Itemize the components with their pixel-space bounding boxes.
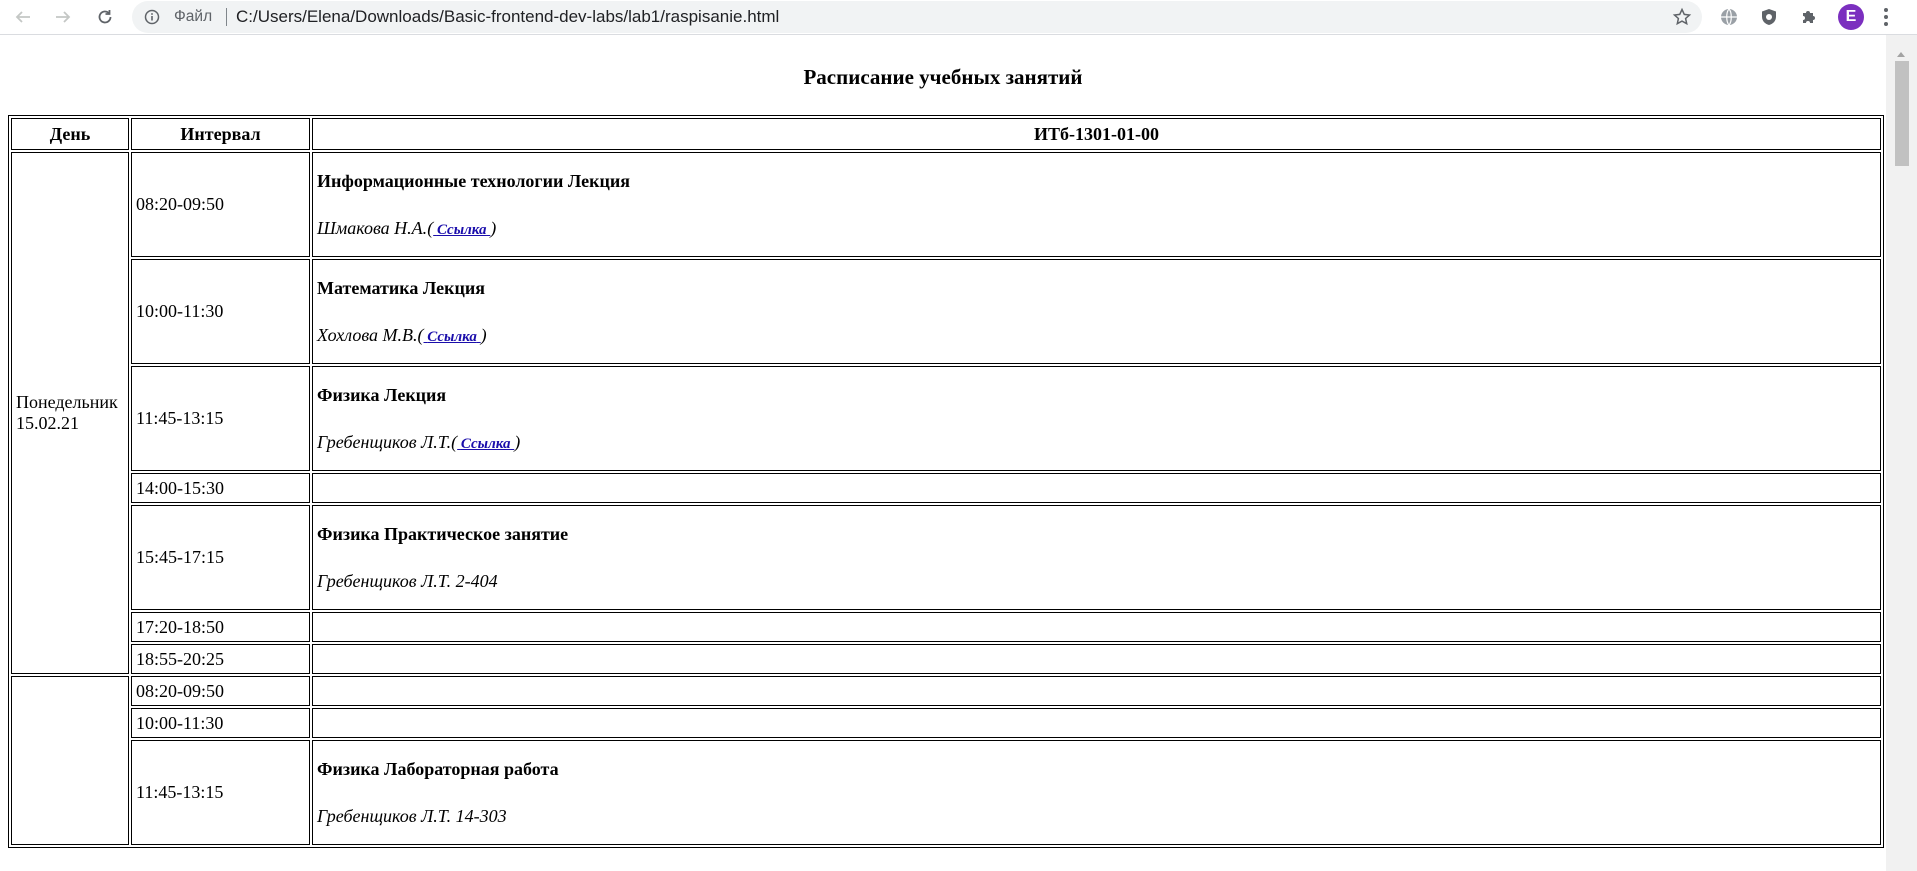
subject-title: Физика Лабораторная работа [317, 758, 559, 779]
page-viewport: Расписание учебных занятий День Интервал… [0, 35, 1886, 871]
lesson-cell-empty [312, 644, 1881, 674]
teacher-name: Хохлова М.В.( Ссылка ) [317, 324, 487, 345]
reload-button[interactable] [90, 2, 120, 32]
header-row: День Интервал ИТб-1301-01-00 [11, 118, 1881, 150]
page-title: Расписание учебных занятий [803, 65, 1083, 89]
interval-cell: 08:20-09:50 [131, 676, 310, 706]
lesson-cell: Физика Лекция Гребенщиков Л.Т.( Ссылка ) [312, 366, 1881, 471]
forward-button[interactable] [48, 2, 78, 32]
bookmark-star-icon[interactable] [1672, 7, 1692, 32]
profile-avatar[interactable]: E [1838, 4, 1864, 30]
info-icon[interactable] [144, 9, 160, 30]
interval-cell: 15:45-17:15 [131, 505, 310, 610]
scheme-label: Файл [174, 8, 213, 25]
lesson-cell: Математика Лекция Хохлова М.В.( Ссылка ) [312, 259, 1881, 364]
lesson-link[interactable]: Ссылка [457, 436, 514, 452]
address-bar[interactable]: Файл C:/Users/Elena/Downloads/Basic-fron… [132, 1, 1702, 33]
interval-cell: 10:00-11:30 [131, 259, 310, 364]
interval-cell: 08:20-09:50 [131, 152, 310, 257]
scroll-thumb[interactable] [1895, 61, 1909, 166]
table-row: 18:55-20:25 [11, 644, 1881, 674]
subject-title: Физика Практическое занятие [317, 523, 569, 544]
table-row: Понедельник 15.02.21 08:20-09:50 Информа… [11, 152, 1881, 674]
day-cell: Понедельник 15.02.21 [11, 152, 129, 674]
lesson-cell: Физика Лабораторная работа Гребенщиков Л… [312, 740, 1881, 845]
header-interval: Интервал [131, 118, 310, 150]
arrow-left-icon [15, 11, 30, 23]
shield-extension-icon[interactable] [1756, 4, 1782, 30]
schedule-table: День Интервал ИТб-1301-01-00 Понедельник… [8, 115, 1884, 848]
lesson-cell: Физика Практическое занятие Гребенщиков … [312, 505, 1881, 610]
subject-title: Физика Лекция [317, 384, 447, 405]
lesson-link[interactable]: Ссылка [433, 222, 490, 238]
reload-icon [98, 10, 112, 24]
table-row: 15:45-17:15 Физика Практическое занятие … [11, 505, 1881, 610]
vertical-scrollbar[interactable] [1886, 35, 1917, 871]
url-text[interactable]: C:/Users/Elena/Downloads/Basic-frontend-… [236, 7, 779, 27]
interval-cell: 18:55-20:25 [131, 644, 310, 674]
subject-title: Информационные технологии Лекция [317, 170, 630, 191]
day-cell [11, 676, 129, 845]
table-row: 10:00-11:30 Математика Лекция Хохлова М.… [11, 259, 1881, 364]
lesson-link[interactable]: Ссылка [424, 329, 481, 345]
header-group: ИТб-1301-01-00 [312, 118, 1881, 150]
interval-cell: 10:00-11:30 [131, 708, 310, 738]
subject-title: Математика Лекция [317, 277, 485, 298]
table-row: 11:45-13:15 Физика Лабораторная работа Г… [11, 740, 1881, 845]
teacher-name: Гребенщиков Л.Т. 14-303 [317, 805, 507, 826]
lesson-cell-empty [312, 708, 1881, 738]
table-row: 08:20-09:50 [11, 676, 1881, 845]
header-day: День [11, 118, 129, 150]
table-row: 10:00-11:30 [11, 708, 1881, 738]
table-row: 17:20-18:50 [11, 612, 1881, 642]
teacher-name: Гребенщиков Л.Т. 2-404 [317, 570, 498, 591]
divider [226, 8, 227, 26]
day-date: 15.02.21 [16, 413, 79, 433]
lesson-cell-empty [312, 676, 1881, 706]
interval-cell: 14:00-15:30 [131, 473, 310, 503]
more-menu-icon[interactable] [1882, 6, 1890, 33]
interval-cell: 11:45-13:15 [131, 366, 310, 471]
teacher-name: Шмакова Н.А.( Ссылка ) [317, 217, 497, 238]
table-row: 11:45-13:15 Физика Лекция Гребенщиков Л.… [11, 366, 1881, 471]
lesson-cell: Информационные технологии Лекция Шмакова… [312, 152, 1881, 257]
globe-extension-icon[interactable] [1716, 4, 1742, 30]
interval-cell: 11:45-13:15 [131, 740, 310, 845]
puzzle-extensions-icon[interactable] [1796, 4, 1822, 30]
day-name: Понедельник [16, 392, 118, 412]
lesson-cell-empty [312, 473, 1881, 503]
interval-cell: 17:20-18:50 [131, 612, 310, 642]
back-button[interactable] [8, 2, 38, 32]
teacher-name: Гребенщиков Л.Т.( Ссылка ) [317, 431, 521, 452]
table-row: 14:00-15:30 [11, 473, 1881, 503]
arrow-right-icon [56, 11, 71, 23]
browser-toolbar: Файл C:/Users/Elena/Downloads/Basic-fron… [0, 0, 1917, 35]
lesson-cell-empty [312, 612, 1881, 642]
